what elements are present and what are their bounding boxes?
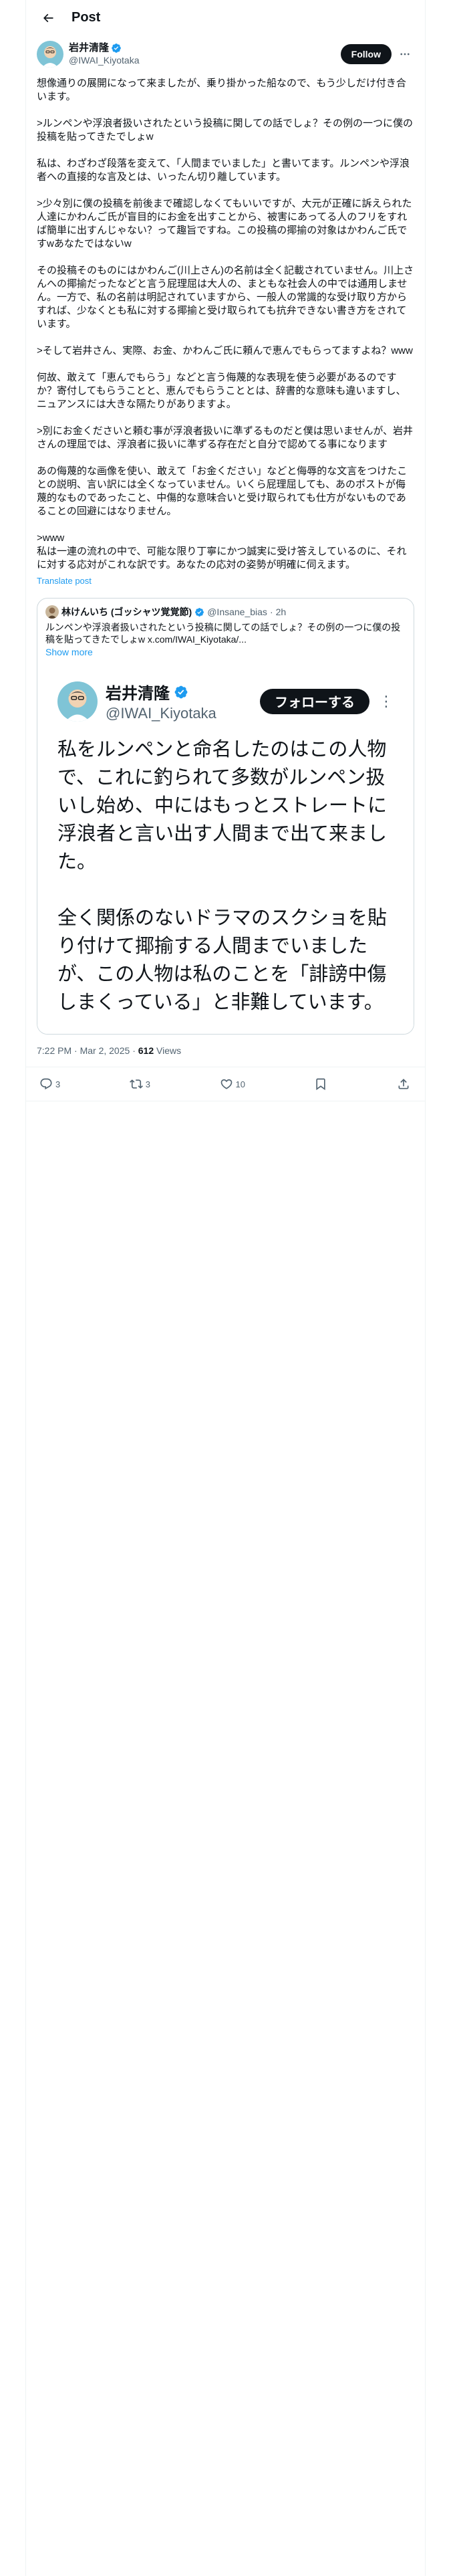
follow-button[interactable]: Follow <box>340 44 392 64</box>
screenshot-follow-button: フォローする <box>260 688 369 714</box>
screenshot-name-block: 岩井清隆 @IWAI_Kiyotaka <box>106 680 260 722</box>
share-icon <box>398 1079 409 1089</box>
like-icon <box>220 1079 232 1089</box>
action-bar: 3 3 10 <box>26 1067 425 1101</box>
verified-badge-icon <box>195 607 204 617</box>
screenshot-header: 岩井清隆 @IWAI_Kiyotaka フォローする ⋮ <box>57 680 394 722</box>
post-meta: 7:22 PM · Mar 2, 2025 · 612 Views <box>26 1035 425 1067</box>
more-icon <box>400 53 410 56</box>
author-name[interactable]: 岩井清隆 <box>69 42 109 54</box>
screenshot-author-name: 岩井清隆 <box>106 685 170 703</box>
repost-button[interactable]: 3 <box>129 1077 150 1091</box>
views-label: Views <box>156 1045 182 1056</box>
top-bar: Post <box>26 0 425 35</box>
screenshot-author-handle: @IWAI_Kiyotaka <box>106 705 216 722</box>
main-column: Post 岩井清隆 @IWAI_Kiyotaka Follow 想像通りの展開に… <box>25 0 426 2576</box>
back-arrow-icon <box>43 13 53 22</box>
repost-icon <box>129 1079 143 1089</box>
quoted-author-name: 林けんいち (ゴッシャツ覚覚節) <box>61 607 192 617</box>
reply-count: 3 <box>55 1079 61 1089</box>
more-button[interactable] <box>396 45 414 64</box>
post-timestamp[interactable]: 7:22 PM · Mar 2, 2025 <box>37 1045 130 1056</box>
repost-count: 3 <box>145 1079 150 1089</box>
screenshot-post-body: 私をルンペンと命名したのはこの人物で、これに釣られて多数がルンペン扱いし始め、中… <box>57 739 388 1013</box>
bookmark-icon <box>316 1078 326 1091</box>
author-handle[interactable]: @IWAI_Kiyotaka <box>69 54 341 66</box>
back-button[interactable] <box>37 7 59 29</box>
separator-dot: · <box>269 607 273 617</box>
reply-button[interactable]: 3 <box>39 1077 60 1091</box>
author-info: 岩井清隆 @IWAI_Kiyotaka <box>69 42 341 66</box>
views-count: 612 <box>138 1045 154 1056</box>
quoted-post-text: ルンペンや浮浪者扱いされたという投稿に関しての話でしょ？その例の一つに僕の投稿を… <box>45 622 401 645</box>
share-button[interactable] <box>397 1077 410 1091</box>
bookmark-button[interactable] <box>314 1077 327 1091</box>
like-button[interactable]: 10 <box>220 1077 245 1091</box>
more-icon: ⋮ <box>379 692 394 710</box>
translate-link[interactable]: Translate post <box>26 572 425 586</box>
like-count: 10 <box>235 1079 245 1089</box>
avatar[interactable] <box>37 41 63 68</box>
reply-icon <box>40 1078 52 1090</box>
separator-dot: · <box>132 1045 138 1056</box>
verified-badge-icon <box>112 43 121 53</box>
screenshot-avatar <box>57 681 98 722</box>
quoted-screenshot-image[interactable]: 岩井清隆 @IWAI_Kiyotaka フォローする ⋮ 私をルンペンと命名した… <box>37 668 414 1034</box>
show-more-link[interactable]: Show more <box>37 645 414 659</box>
post-text: 想像通りの展開になって来ましたが、乗り掛かった船なので、もう少しだけ付き合います… <box>37 78 414 570</box>
quoted-post[interactable]: 林けんいち (ゴッシャツ覚覚節) @Insane_bias · 2h ルンペンや… <box>37 598 414 1035</box>
author-row: 岩井清隆 @IWAI_Kiyotaka Follow <box>26 35 425 73</box>
quoted-time: 2h <box>275 607 287 617</box>
quoted-post-header: 林けんいち (ゴッシャツ覚覚節) @Insane_bias · 2h <box>37 599 414 619</box>
quoted-avatar <box>45 605 59 619</box>
verified-badge-icon <box>174 685 188 698</box>
quoted-author-handle: @Insane_bias <box>207 607 267 617</box>
page-title: Post <box>71 10 101 25</box>
